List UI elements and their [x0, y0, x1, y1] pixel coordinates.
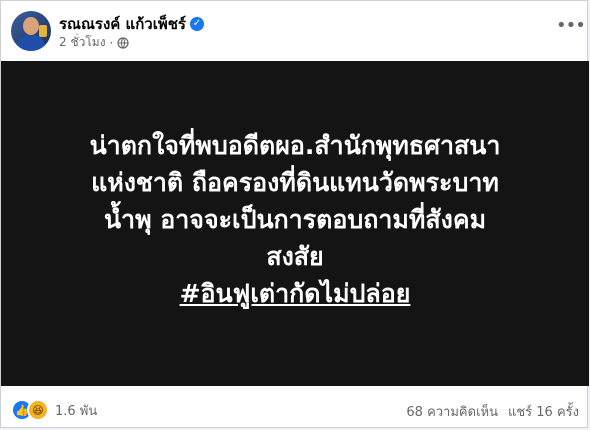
- hashtag-link[interactable]: #อินฟูเต่ากัดไม่ปล่อย: [21, 275, 569, 312]
- post-stats: 68 ความคิดเห็น แชร์ 16 ครั้ง: [406, 401, 579, 422]
- more-options-icon[interactable]: •••: [556, 15, 586, 36]
- shares-count[interactable]: แชร์ 16 ครั้ง: [508, 401, 579, 422]
- post-text: น่าตกใจที่พบอดีตผอ.สำนักพุทธศาสนา แห่งชา…: [21, 127, 569, 312]
- reactions-count: 1.6 พัน: [55, 403, 98, 419]
- post-line: น้ำพุ อาจจะเป็นการตอบถามที่สังคม: [103, 205, 487, 234]
- post-time[interactable]: 2 ชั่วโมง: [59, 33, 106, 52]
- haha-icon: 😆: [27, 399, 49, 421]
- post-footer: 👍 😆 1.6 พัน 68 ความคิดเห็น แชร์ 16 ครั้ง: [1, 391, 589, 429]
- post-line: สงสัย: [266, 242, 324, 271]
- post-line: แห่งชาติ ถือครองที่ดินแทนวัดพระบาท: [91, 168, 499, 197]
- avatar-shirt: [17, 35, 45, 51]
- reactions-summary[interactable]: 👍 😆 1.6 พัน: [11, 399, 97, 421]
- verified-icon: ✓: [189, 17, 204, 31]
- post-meta: 2 ชั่วโมง ·: [59, 33, 129, 52]
- post-header: รณณรงค์ แก้วเพ็ชร์ ✓ 2 ชั่วโมง · •••: [1, 1, 589, 56]
- post-card: รณณรงค์ แก้วเพ็ชร์ ✓ 2 ชั่วโมง · ••• น่า…: [0, 0, 589, 429]
- separator-dot: ·: [109, 35, 114, 50]
- avatar[interactable]: [11, 11, 51, 51]
- avatar-face: [23, 17, 39, 35]
- globe-icon[interactable]: [117, 36, 129, 49]
- trophy-icon: [39, 25, 47, 37]
- comments-count[interactable]: 68 ความคิดเห็น: [406, 401, 498, 422]
- post-line: น่าตกใจที่พบอดีตผอ.สำนักพุทธศาสนา: [89, 131, 501, 160]
